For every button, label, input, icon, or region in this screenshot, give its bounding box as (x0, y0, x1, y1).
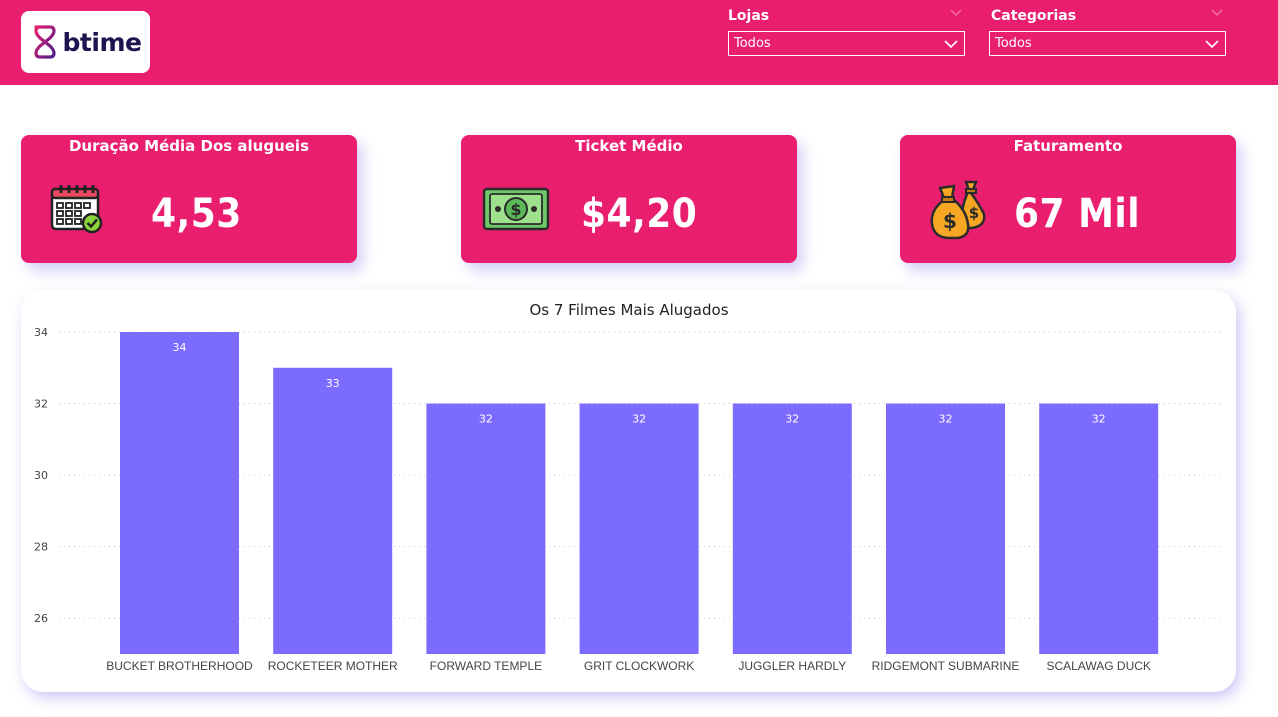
data-label: 32 (785, 413, 799, 426)
x-tick-label: FORWARD TEMPLE (430, 659, 542, 673)
data-label: 32 (939, 413, 953, 426)
svg-text:$: $ (969, 204, 979, 222)
bar[interactable] (886, 403, 1005, 654)
bar[interactable] (426, 403, 546, 654)
kpi-title: Ticket Médio (575, 137, 683, 155)
kpi-title: Faturamento (1013, 137, 1123, 155)
kpi-value: 67 Mil (1014, 191, 1141, 237)
data-label: 34 (173, 341, 187, 354)
slicer-lojas-dropdown[interactable]: Todos (728, 31, 965, 56)
bar[interactable] (273, 367, 393, 654)
logo: btime (21, 11, 150, 73)
svg-text:$: $ (943, 209, 957, 233)
kpi-card-duracao: Duração Média Dos alugueis 4,53 (21, 135, 357, 263)
money-bags-icon: $ $ (930, 180, 986, 240)
chevron-down-icon (1205, 40, 1219, 49)
kpi-value: $4,20 (581, 191, 698, 237)
bar-chart-card: Os 7 Filmes Mais Alugados 26 28 30 32 34 34 BU… (21, 290, 1236, 692)
logo-text: btime (62, 27, 142, 57)
kpi-title: Duração Média Dos alugueis (68, 137, 310, 155)
y-tick-label: 26 (34, 612, 48, 625)
y-tick-label: 32 (34, 398, 48, 411)
bar[interactable] (579, 403, 699, 654)
top-bar: btime Lojas Todos Categorias Todos (0, 0, 1278, 85)
slicer-categorias-dropdown[interactable]: Todos (989, 31, 1226, 56)
bar[interactable] (732, 403, 852, 654)
calendar-check-icon (50, 185, 103, 234)
dollar-bill-icon: $ (482, 187, 550, 231)
chart-title: Os 7 Filmes Mais Alugados (529, 301, 728, 319)
svg-text:$: $ (510, 200, 521, 219)
bar[interactable] (1039, 403, 1159, 654)
slicer-categorias: Categorias Todos (989, 6, 1226, 56)
slicer-lojas: Lojas Todos (728, 6, 965, 56)
data-label: 32 (1092, 413, 1106, 426)
data-label: 33 (326, 377, 340, 390)
data-label: 32 (632, 413, 646, 426)
y-tick-label: 30 (34, 469, 48, 482)
slicer-lojas-value: Todos (734, 36, 771, 51)
x-tick-label: GRIT CLOCKWORK (584, 659, 694, 673)
x-tick-label: BUCKET BROTHERHOOD (106, 659, 253, 673)
kpi-value: 4,53 (151, 191, 242, 237)
kpi-card-ticket: Ticket Médio $ $4,20 (461, 135, 797, 263)
bar-chart: Os 7 Filmes Mais Alugados 26 28 30 32 34 34 BU… (34, 301, 1221, 673)
x-tick-label: RIDGEMONT SUBMARINE (872, 659, 1020, 673)
x-tick-label: JUGGLER HARDLY (738, 659, 846, 673)
slicer-categorias-title: Categorias (991, 8, 1077, 24)
x-tick-label: ROCKETEER MOTHER (268, 659, 398, 673)
kpi-card-faturamento: Faturamento $ $ 67 Mil (900, 135, 1236, 263)
chevron-down-icon[interactable] (1210, 6, 1224, 20)
y-tick-label: 28 (34, 541, 48, 554)
y-tick-label: 34 (34, 326, 48, 339)
x-tick-label: SCALAWAG DUCK (1046, 659, 1150, 673)
btime-logo-icon (33, 25, 56, 59)
chevron-down-icon[interactable] (949, 6, 963, 20)
chevron-down-icon (944, 40, 958, 49)
bar[interactable] (120, 332, 239, 654)
data-label: 32 (479, 413, 493, 426)
slicer-lojas-title: Lojas (728, 8, 770, 24)
slicer-categorias-value: Todos (995, 36, 1032, 51)
